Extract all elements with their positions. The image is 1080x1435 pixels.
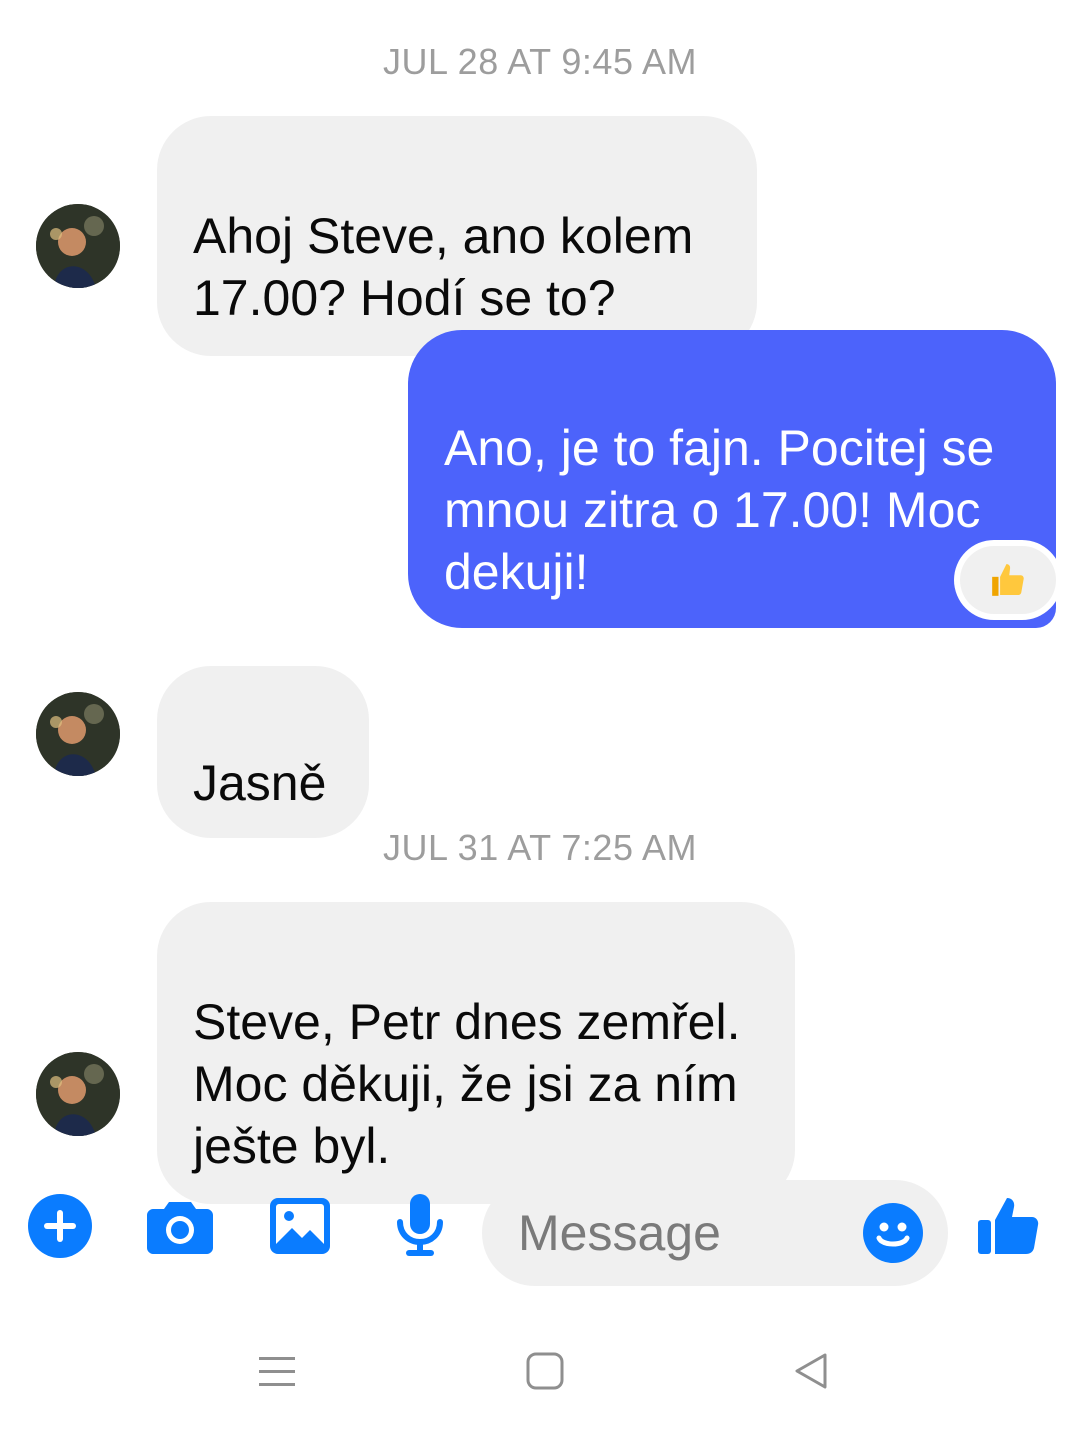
emoji-button[interactable] (862, 1202, 924, 1264)
like-button[interactable] (974, 1190, 1044, 1260)
recents-button[interactable] (252, 1346, 302, 1396)
thumbs-up-icon (978, 1198, 1039, 1254)
message-input[interactable]: Message (482, 1180, 948, 1286)
image-icon (270, 1198, 330, 1254)
message-text: Jasně (193, 755, 327, 811)
microphone-icon (397, 1194, 443, 1256)
camera-icon (147, 1202, 213, 1254)
message-bubble-incoming[interactable]: Ahoj Steve, ano kolem 17.00? Hodí se to? (157, 116, 757, 356)
message-bubble-incoming[interactable]: Steve, Petr dnes zemřel. Moc děkuji, že … (157, 902, 795, 1204)
avatar[interactable] (36, 692, 120, 776)
message-placeholder: Message (518, 1205, 721, 1261)
add-button[interactable] (24, 1190, 96, 1262)
avatar[interactable] (36, 1052, 120, 1136)
home-icon (526, 1352, 564, 1390)
gallery-button[interactable] (266, 1194, 334, 1258)
avatar-photo-icon (36, 692, 120, 776)
back-button[interactable] (786, 1346, 836, 1396)
back-icon (795, 1353, 827, 1389)
message-bubble-outgoing[interactable]: Ano, je to fajn. Pocitej se mnou zitra o… (408, 330, 1056, 628)
reaction-badge[interactable] (960, 546, 1056, 614)
timestamp: JUL 28 AT 9:45 AM (382, 41, 697, 82)
avatar[interactable] (36, 204, 120, 288)
timestamp: JUL 31 AT 7:25 AM (382, 827, 697, 868)
message-text: Ano, je to fajn. Pocitej se mnou zitra o… (444, 420, 995, 600)
camera-button[interactable] (144, 1192, 216, 1260)
home-button[interactable] (520, 1346, 570, 1396)
menu-icon (259, 1357, 295, 1386)
avatar-photo-icon (36, 204, 120, 288)
emoji-icon (863, 1203, 923, 1263)
message-text: Steve, Petr dnes zemřel. Moc děkuji, že … (193, 994, 741, 1174)
avatar-photo-icon (36, 1052, 120, 1136)
message-bubble-incoming[interactable]: Jasně (157, 666, 369, 838)
message-text: Ahoj Steve, ano kolem 17.00? Hodí se to? (193, 208, 694, 326)
thumbs-up-reaction-icon (992, 564, 1024, 596)
plus-icon (28, 1194, 92, 1258)
voice-button[interactable] (388, 1190, 452, 1262)
